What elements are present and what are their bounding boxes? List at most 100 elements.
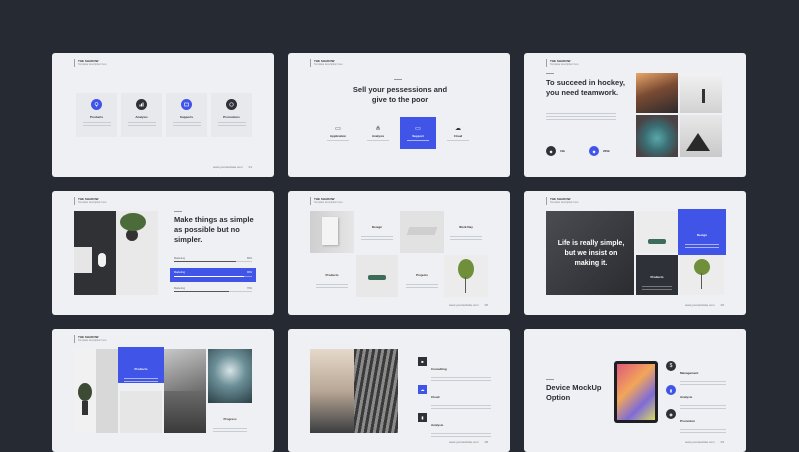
progress-bar-active: Marketing 90% — [170, 268, 256, 282]
device-item[interactable]: ▮ Analysis — [666, 385, 726, 411]
slide-5-grid[interactable]: THE SHADOW Template description here Des… — [288, 191, 510, 315]
box-text — [642, 286, 672, 290]
quote-text: Life is really simple, but we insist on … — [557, 240, 625, 267]
item-card-active[interactable]: ▭ Support — [400, 117, 436, 149]
accent-line — [546, 379, 554, 380]
footer-url: www.yourwebsite.com — [684, 303, 715, 307]
page-number: 05 — [484, 303, 488, 307]
grid-cell: Design — [356, 215, 398, 242]
box-label: Products — [134, 367, 148, 371]
feature-row: Products Analysis Supports Promotions — [76, 93, 252, 137]
accent-line — [546, 73, 554, 74]
stat-value: 200k — [603, 149, 610, 153]
dollar-icon: $ — [666, 361, 676, 371]
feature-text — [217, 122, 246, 128]
bar-label: Marketing — [174, 287, 185, 290]
object-photo — [356, 255, 398, 297]
item-label: Cloud — [431, 395, 440, 399]
rock-photo — [164, 349, 206, 391]
footer-url: www.yourwebsite.com — [684, 440, 715, 444]
footer-url: www.yourwebsite.com — [212, 165, 243, 169]
cloud-icon: ☁ — [455, 126, 461, 132]
item-card[interactable]: ⋔ Analysis — [360, 117, 396, 149]
feature-card[interactable]: Analysis — [121, 93, 162, 137]
grid-cell: Projects — [400, 263, 444, 290]
item-label: Management — [680, 371, 699, 375]
box-text — [685, 244, 719, 248]
accent-line — [174, 211, 182, 212]
highlight-box: Design — [678, 209, 726, 255]
device-item[interactable]: $ Management — [666, 361, 726, 387]
header-subtitle: Template description here — [314, 63, 343, 66]
slide-9-device[interactable]: Device MockUp Option $ Management ▮ Anal… — [524, 329, 746, 452]
feature-card[interactable]: Supports — [166, 93, 207, 137]
briefcase-icon: ■ — [418, 357, 427, 366]
stat-icon: ◆ — [546, 146, 556, 156]
item-label: Analysis — [431, 423, 444, 427]
cell-text — [316, 284, 348, 288]
accent-line — [394, 79, 402, 80]
slide-6-quote[interactable]: THE SHADOW Template description here Lif… — [524, 191, 746, 315]
slide-4-simple[interactable]: THE SHADOW Template description here Mak… — [52, 191, 274, 315]
item-text — [431, 405, 491, 409]
header-subtitle: Template description here — [314, 201, 343, 204]
plant-photo — [444, 255, 488, 297]
device-item[interactable]: ◉ Promotion — [666, 409, 726, 435]
tablet-screen — [617, 364, 655, 420]
feature-text — [172, 122, 201, 128]
item-label: Promotion — [680, 419, 695, 423]
feature-card[interactable]: Promotions — [211, 93, 252, 137]
cell-label: Work Day — [459, 225, 473, 229]
slide-2-sell[interactable]: THE SHADOW Template description here Sel… — [288, 53, 510, 177]
slide-1-features[interactable]: THE SHADOW Template description here Pro… — [52, 53, 274, 177]
service-item[interactable]: ■ Consulting — [418, 357, 491, 383]
feature-label: Promotions — [223, 115, 240, 119]
item-card[interactable]: ▭ Application — [320, 117, 356, 149]
feature-label: Supports — [179, 115, 194, 119]
slide-footer: www.yourwebsite.com 01 — [213, 165, 252, 169]
room-photo — [680, 73, 722, 113]
cell-text — [450, 236, 482, 240]
slide-header: THE SHADOW Template description here — [310, 59, 343, 67]
box-label: Design — [696, 233, 707, 237]
slide-header: THE SHADOW Template description here — [546, 59, 579, 67]
slide-footer: www.yourwebsite.com 09 — [685, 440, 724, 444]
bar-fill — [174, 261, 237, 262]
progress-bar: Marketing 70% — [174, 287, 252, 292]
service-item[interactable]: ☁ Cloud — [418, 385, 491, 411]
rock-photo — [680, 115, 722, 157]
footer-url: www.yourwebsite.com — [448, 303, 479, 307]
laptop-photo — [400, 211, 444, 253]
slide-title: Device MockUp Option — [546, 383, 602, 402]
feature-card[interactable]: Products — [76, 93, 117, 137]
item-label: Application — [329, 134, 347, 138]
item-text — [327, 140, 349, 143]
grid-cell: Products — [310, 263, 354, 290]
slide-8-services[interactable]: ■ Consulting ☁ Cloud ▮ Analysis www.your… — [288, 329, 510, 452]
service-item[interactable]: ▮ Analysis — [418, 413, 491, 439]
highlight-box: Products — [118, 347, 164, 383]
slide-footer: www.yourwebsite.com 06 — [685, 303, 724, 307]
page-number: 09 — [720, 440, 724, 444]
bar-value: 90% — [246, 271, 252, 274]
slide-title: To succeed in hockey, you need teamwork. — [546, 78, 625, 97]
slide-7-collage[interactable]: THE SHADOW Template description here Pro… — [52, 329, 274, 452]
feature-text — [127, 122, 156, 128]
tunnel-photo — [354, 349, 398, 433]
desk-photo — [74, 211, 158, 295]
megaphone-icon: ◉ — [666, 409, 676, 419]
stat-icon: ◆ — [589, 146, 600, 156]
item-card[interactable]: ☁ Cloud — [440, 117, 476, 149]
body-text — [546, 113, 616, 122]
item-text — [407, 140, 429, 143]
item-label: Cloud — [453, 134, 463, 138]
wave-photo — [208, 349, 252, 403]
item-label: Support — [412, 134, 424, 138]
slide-3-hockey[interactable]: THE SHADOW Template description here To … — [524, 53, 746, 177]
bar-value: 80% — [246, 257, 252, 260]
progress-bar: Marketing 80% — [174, 257, 252, 262]
box-label: Progress — [223, 417, 237, 421]
slide-title: Make things as simple as possible but no… — [174, 215, 254, 244]
support-icon: ▭ — [415, 126, 421, 132]
object-photo — [636, 211, 678, 253]
